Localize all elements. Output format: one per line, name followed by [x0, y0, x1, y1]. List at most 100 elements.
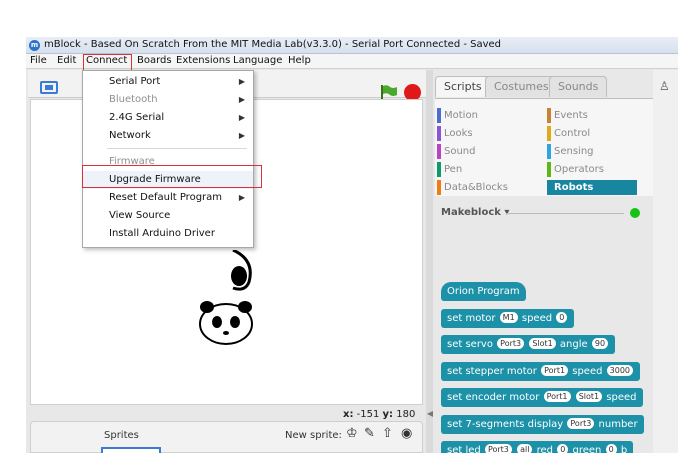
paint-brush-icon[interactable]: ✎ — [364, 426, 375, 441]
robot-block[interactable]: set led Port3 all red 0 green 0 b — [441, 441, 634, 453]
menu-item-label: 2.4G Serial — [109, 112, 165, 123]
sprite-thumbnail[interactable] — [101, 447, 161, 453]
category-sound[interactable]: Sound — [437, 144, 527, 159]
block-input-pill[interactable]: 0 — [605, 444, 617, 453]
menu-help[interactable]: Help — [288, 55, 311, 66]
extension-divider — [506, 213, 624, 214]
camera-icon[interactable]: ◉ — [401, 426, 412, 441]
block-text: speed — [521, 312, 553, 324]
category-color-bar — [547, 144, 551, 159]
category-list: Motion Looks Sound Pen Data&Blocks Events Con… — [435, 98, 653, 196]
sprites-panel: Sprites New sprite: ♔ ✎ ⇧ ◉ — [30, 421, 423, 453]
menu-item-2-4g-serial[interactable]: 2.4G Serial ▶ — [83, 109, 253, 127]
menu-item-bluetooth[interactable]: Bluetooth ▶ — [83, 91, 253, 109]
menu-language[interactable]: Language — [233, 55, 282, 66]
menu-item-label: Reset Default Program — [109, 192, 223, 203]
menu-edit[interactable]: Edit — [57, 55, 76, 66]
x-label: x: — [343, 409, 354, 420]
menu-bar: File Edit Connect Boards Extensions Lang… — [26, 54, 678, 72]
category-label: Operators — [554, 164, 604, 175]
menu-file[interactable]: File — [30, 55, 47, 66]
block-input-pill[interactable]: Slot1 — [575, 391, 603, 402]
menu-boards[interactable]: Boards — [137, 55, 172, 66]
category-control[interactable]: Control — [547, 126, 637, 141]
block-text: b — [620, 445, 628, 453]
robot-block[interactable]: set stepper motor Port1 speed 3000 — [441, 361, 640, 381]
person-icon[interactable]: ♙ — [659, 79, 670, 93]
mblock-icon: m — [29, 40, 40, 51]
y-label: y: — [382, 409, 394, 420]
block-input-pill[interactable]: Port3 — [484, 444, 512, 453]
category-color-bar — [437, 180, 441, 195]
block-input-pill[interactable]: 90 — [591, 338, 609, 349]
category-pen[interactable]: Pen — [437, 162, 527, 177]
category-color-bar — [547, 180, 551, 195]
category-events[interactable]: Events — [547, 108, 637, 123]
category-label: Control — [554, 128, 591, 139]
category-color-bar — [437, 108, 441, 123]
block-text: set led — [447, 445, 481, 453]
category-color-bar — [437, 144, 441, 159]
menu-item-network[interactable]: Network ▶ — [83, 127, 253, 145]
tab-costumes[interactable]: Costumes — [485, 76, 558, 97]
choose-sprite-icon[interactable]: ♔ — [346, 426, 358, 441]
orion-program-hat-block[interactable]: Orion Program — [441, 282, 526, 301]
window-title: mBlock - Based On Scratch From the MIT M… — [44, 39, 502, 50]
upload-sprite-icon[interactable]: ⇧ — [382, 426, 393, 441]
category-color-bar — [437, 126, 441, 141]
block-text: set stepper motor — [447, 365, 537, 377]
submenu-arrow-icon: ▶ — [238, 113, 245, 122]
panel-splitter[interactable] — [426, 70, 433, 453]
menu-item-label: Install Arduino Driver — [109, 228, 215, 239]
block-input-pill[interactable]: Port1 — [541, 364, 569, 376]
category-sensing[interactable]: Sensing — [547, 144, 637, 159]
block-input-pill[interactable]: Slot1 — [529, 338, 556, 349]
block-text: angle — [559, 339, 588, 350]
robot-block[interactable]: set encoder motor Port1 Slot1 speed — [441, 388, 643, 407]
block-input-pill[interactable]: 0 — [556, 311, 568, 323]
block-input-pill[interactable]: Port1 — [543, 391, 571, 402]
block-input-pill[interactable]: all — [517, 444, 533, 453]
panda-sprite[interactable] — [193, 250, 259, 350]
category-color-bar — [547, 126, 551, 141]
category-label: Sensing — [554, 146, 594, 157]
extension-dropdown[interactable]: Makeblock ▾ — [441, 207, 509, 218]
block-input-pill[interactable]: 0 — [557, 444, 569, 453]
category-label: Sound — [444, 146, 476, 157]
category-looks[interactable]: Looks — [437, 126, 527, 141]
category-color-bar — [437, 162, 441, 177]
robot-block[interactable]: set servo Port3 Slot1 angle 90 — [441, 335, 616, 354]
category-color-bar — [547, 108, 551, 123]
category-motion[interactable]: Motion — [437, 108, 527, 123]
block-input-pill[interactable]: 3000 — [606, 364, 633, 376]
connect-menu: Serial Port ▶ Bluetooth ▶ 2.4G Serial ▶ Networ… — [82, 70, 254, 248]
menu-item-serial-port[interactable]: Serial Port ▶ — [83, 73, 253, 91]
submenu-arrow-icon: ▶ — [238, 77, 245, 86]
category-robots[interactable]: Robots — [547, 180, 637, 195]
category-label: Pen — [444, 164, 463, 175]
block-input-pill[interactable]: M1 — [499, 311, 518, 323]
tab-scripts[interactable]: Scripts — [435, 76, 491, 97]
menu-extensions[interactable]: Extensions — [176, 55, 230, 66]
robot-block[interactable]: set 7-segments display Port3 number — [441, 414, 644, 434]
menu-item-view-source[interactable]: View Source — [83, 207, 253, 225]
block-input-pill[interactable]: Port3 — [497, 338, 525, 349]
category-data-blocks[interactable]: Data&Blocks — [437, 180, 527, 195]
menu-item-reset-default-program[interactable]: Reset Default Program ▶ — [83, 189, 253, 207]
category-operators[interactable]: Operators — [547, 162, 637, 177]
mouse-coordinates: x: -151 y: 180 — [343, 409, 415, 420]
title-bar: m mBlock - Based On Scratch From the MIT… — [26, 37, 678, 54]
stage-size-icon[interactable] — [40, 81, 58, 94]
scripts-area[interactable] — [653, 70, 678, 453]
extension-label: Makeblock — [441, 207, 501, 218]
submenu-arrow-icon: ▶ — [238, 95, 245, 104]
robot-block[interactable]: set motor M1 speed 0 — [441, 308, 575, 328]
block-input-pill[interactable]: Port3 — [567, 417, 595, 429]
menu-item-label: View Source — [109, 210, 171, 221]
menu-item-install-arduino-driver[interactable]: Install Arduino Driver — [83, 225, 253, 243]
block-text: set encoder motor — [447, 392, 540, 403]
block-text: set 7-segments display — [447, 418, 564, 430]
block-text: set servo — [447, 339, 493, 350]
tab-sounds[interactable]: Sounds — [549, 76, 608, 97]
y-value: 180 — [396, 409, 416, 420]
